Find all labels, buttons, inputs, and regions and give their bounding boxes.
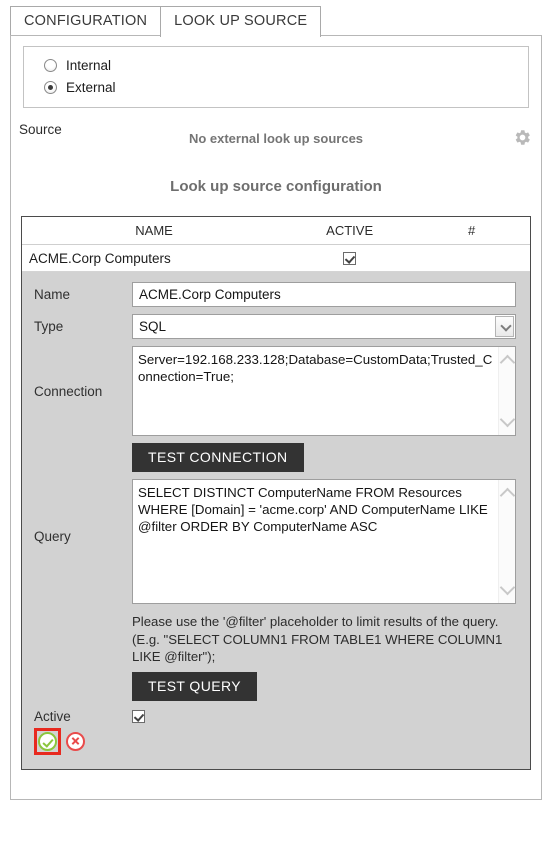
row-active-checkbox[interactable]: [343, 252, 357, 266]
field-row-connection: Connection Server=192.168.233.128;Databa…: [22, 346, 530, 436]
section-title: Look up source configuration: [170, 178, 382, 195]
tab-look-up-source-label: LOOK UP SOURCE: [174, 12, 308, 29]
scroll-up-icon[interactable]: [499, 354, 516, 371]
type-field-label: Type: [34, 319, 64, 334]
query-scroll-up-icon[interactable]: [499, 487, 516, 504]
gear-icon[interactable]: [513, 128, 532, 147]
query-field-label: Query: [34, 529, 71, 544]
active-field-label: Active: [34, 708, 71, 724]
editor-action-row: [22, 727, 530, 755]
query-scroll-down-icon[interactable]: [499, 579, 516, 596]
radio-internal-icon[interactable]: [44, 59, 57, 72]
source-mode-group: Internal External: [23, 46, 529, 108]
radio-option-external[interactable]: External: [44, 78, 528, 97]
name-field-label: Name: [34, 287, 71, 302]
query-textarea[interactable]: SELECT DISTINCT ComputerName FROM Resour…: [132, 479, 516, 604]
accept-button-highlight: [34, 727, 61, 755]
cancel-x-icon[interactable]: [66, 731, 85, 751]
connection-textarea[interactable]: Server=192.168.233.128;Database=CustomDa…: [132, 346, 516, 436]
table-row[interactable]: ACME.Corp Computers: [22, 245, 530, 272]
chevron-down-icon[interactable]: [495, 316, 514, 337]
table-header-active: ACTIVE: [326, 223, 374, 238]
query-textarea-value: SELECT DISTINCT ComputerName FROM Resour…: [138, 485, 492, 534]
field-row-type: Type SQL: [22, 314, 530, 339]
query-scrollbar[interactable]: [498, 480, 516, 603]
field-row-query: Query SELECT DISTINCT ComputerName FROM …: [22, 479, 530, 604]
field-row-hint: Please use the '@filter' placeholder to …: [22, 611, 530, 701]
radio-external-label: External: [66, 80, 116, 95]
tab-strip: CONFIGURATION LOOK UP SOURCE: [0, 0, 552, 37]
query-hint-text: Please use the '@filter' placeholder to …: [132, 614, 503, 664]
table-header-name: NAME: [135, 223, 173, 238]
tab-configuration[interactable]: CONFIGURATION: [10, 5, 162, 36]
tab-configuration-label: CONFIGURATION: [24, 12, 148, 29]
field-row-test-connection: TEST CONNECTION: [22, 443, 530, 472]
look-up-source-table: NAME ACTIVE # ACME.Corp Computers Name T…: [21, 216, 531, 770]
connection-scrollbar[interactable]: [498, 347, 516, 435]
tab-look-up-source[interactable]: LOOK UP SOURCE: [160, 5, 322, 37]
hint-spacer: [34, 611, 132, 616]
test-query-button[interactable]: TEST QUERY: [132, 671, 257, 701]
radio-internal-label: Internal: [66, 58, 112, 73]
source-empty-message: No external look up sources: [188, 131, 364, 146]
test-connection-spacer: [34, 443, 132, 448]
scroll-down-icon[interactable]: [499, 411, 516, 428]
radio-external-icon[interactable]: [44, 81, 57, 94]
connection-textarea-value: Server=192.168.233.128;Database=CustomDa…: [138, 352, 493, 384]
look-up-source-panel: Internal External Source No external loo…: [10, 35, 542, 800]
accept-check-icon[interactable]: [38, 731, 57, 751]
type-select-value: SQL: [139, 319, 167, 334]
active-checkbox[interactable]: [132, 709, 145, 723]
type-select[interactable]: SQL: [132, 314, 516, 339]
name-input[interactable]: [132, 282, 516, 307]
source-row: Source No external look up sources: [11, 120, 541, 150]
table-header-row: NAME ACTIVE #: [22, 217, 530, 245]
look-up-source-editor: Name Type SQL Connection Ser: [22, 272, 530, 769]
radio-option-internal[interactable]: Internal: [44, 56, 528, 75]
field-row-name: Name: [22, 282, 530, 307]
table-cell-name: ACME.Corp Computers: [29, 250, 171, 266]
test-connection-button[interactable]: TEST CONNECTION: [132, 443, 304, 472]
table-header-hash: #: [467, 223, 476, 238]
field-row-active: Active: [22, 708, 530, 724]
table-cell-active: [286, 251, 413, 266]
connection-field-label: Connection: [34, 384, 103, 399]
